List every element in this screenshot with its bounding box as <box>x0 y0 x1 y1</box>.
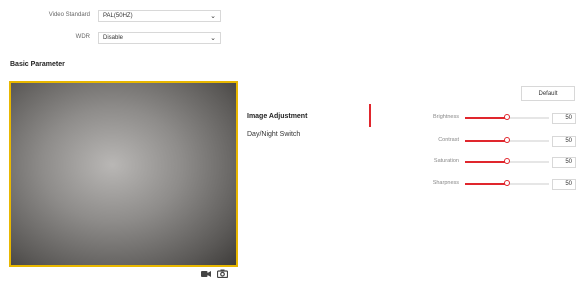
wdr-select[interactable]: Disable ⌄ <box>98 32 221 44</box>
tab-day-night-switch[interactable]: Day/Night Switch <box>247 131 300 138</box>
contrast-slider[interactable] <box>465 137 549 143</box>
default-button[interactable]: Default <box>521 86 575 101</box>
video-standard-value: PAL(50HZ) <box>103 13 133 19</box>
contrast-label: Contrast <box>438 137 459 143</box>
sharpness-slider[interactable] <box>465 180 549 186</box>
active-tab-indicator <box>369 104 371 127</box>
chevron-down-icon: ⌄ <box>210 35 216 42</box>
saturation-value[interactable]: 50 <box>552 157 576 168</box>
slider-group: Brightness 50 Contrast 50 Saturation 50 … <box>405 113 580 193</box>
video-camera-icon[interactable] <box>201 269 211 279</box>
saturation-slider-handle[interactable] <box>504 158 510 164</box>
brightness-slider[interactable] <box>465 114 549 120</box>
camera-icon[interactable] <box>217 268 228 279</box>
brightness-label: Brightness <box>433 114 459 120</box>
brightness-slider-handle[interactable] <box>504 114 510 120</box>
contrast-value[interactable]: 50 <box>552 136 576 147</box>
default-button-label: Default <box>538 90 558 97</box>
saturation-slider-fill <box>465 161 507 163</box>
contrast-slider-handle[interactable] <box>504 137 510 143</box>
live-view-preview <box>9 81 238 267</box>
chevron-down-icon: ⌄ <box>210 13 216 20</box>
sharpness-label: Sharpness <box>432 180 459 186</box>
tab-image-adjustment[interactable]: Image Adjustment <box>247 113 307 120</box>
saturation-label: Saturation <box>433 158 459 164</box>
sharpness-slider-handle[interactable] <box>504 180 510 186</box>
contrast-slider-fill <box>465 140 507 142</box>
brightness-slider-fill <box>465 117 507 119</box>
wdr-label: WDR <box>75 34 90 40</box>
video-standard-select[interactable]: PAL(50HZ) ⌄ <box>98 10 221 22</box>
sharpness-slider-fill <box>465 183 507 185</box>
section-title: Basic Parameter <box>10 61 65 68</box>
brightness-value[interactable]: 50 <box>552 113 576 124</box>
saturation-slider[interactable] <box>465 158 549 164</box>
wdr-value: Disable <box>103 35 124 41</box>
video-standard-label: Video Standard <box>48 12 90 18</box>
sharpness-value[interactable]: 50 <box>552 179 576 190</box>
